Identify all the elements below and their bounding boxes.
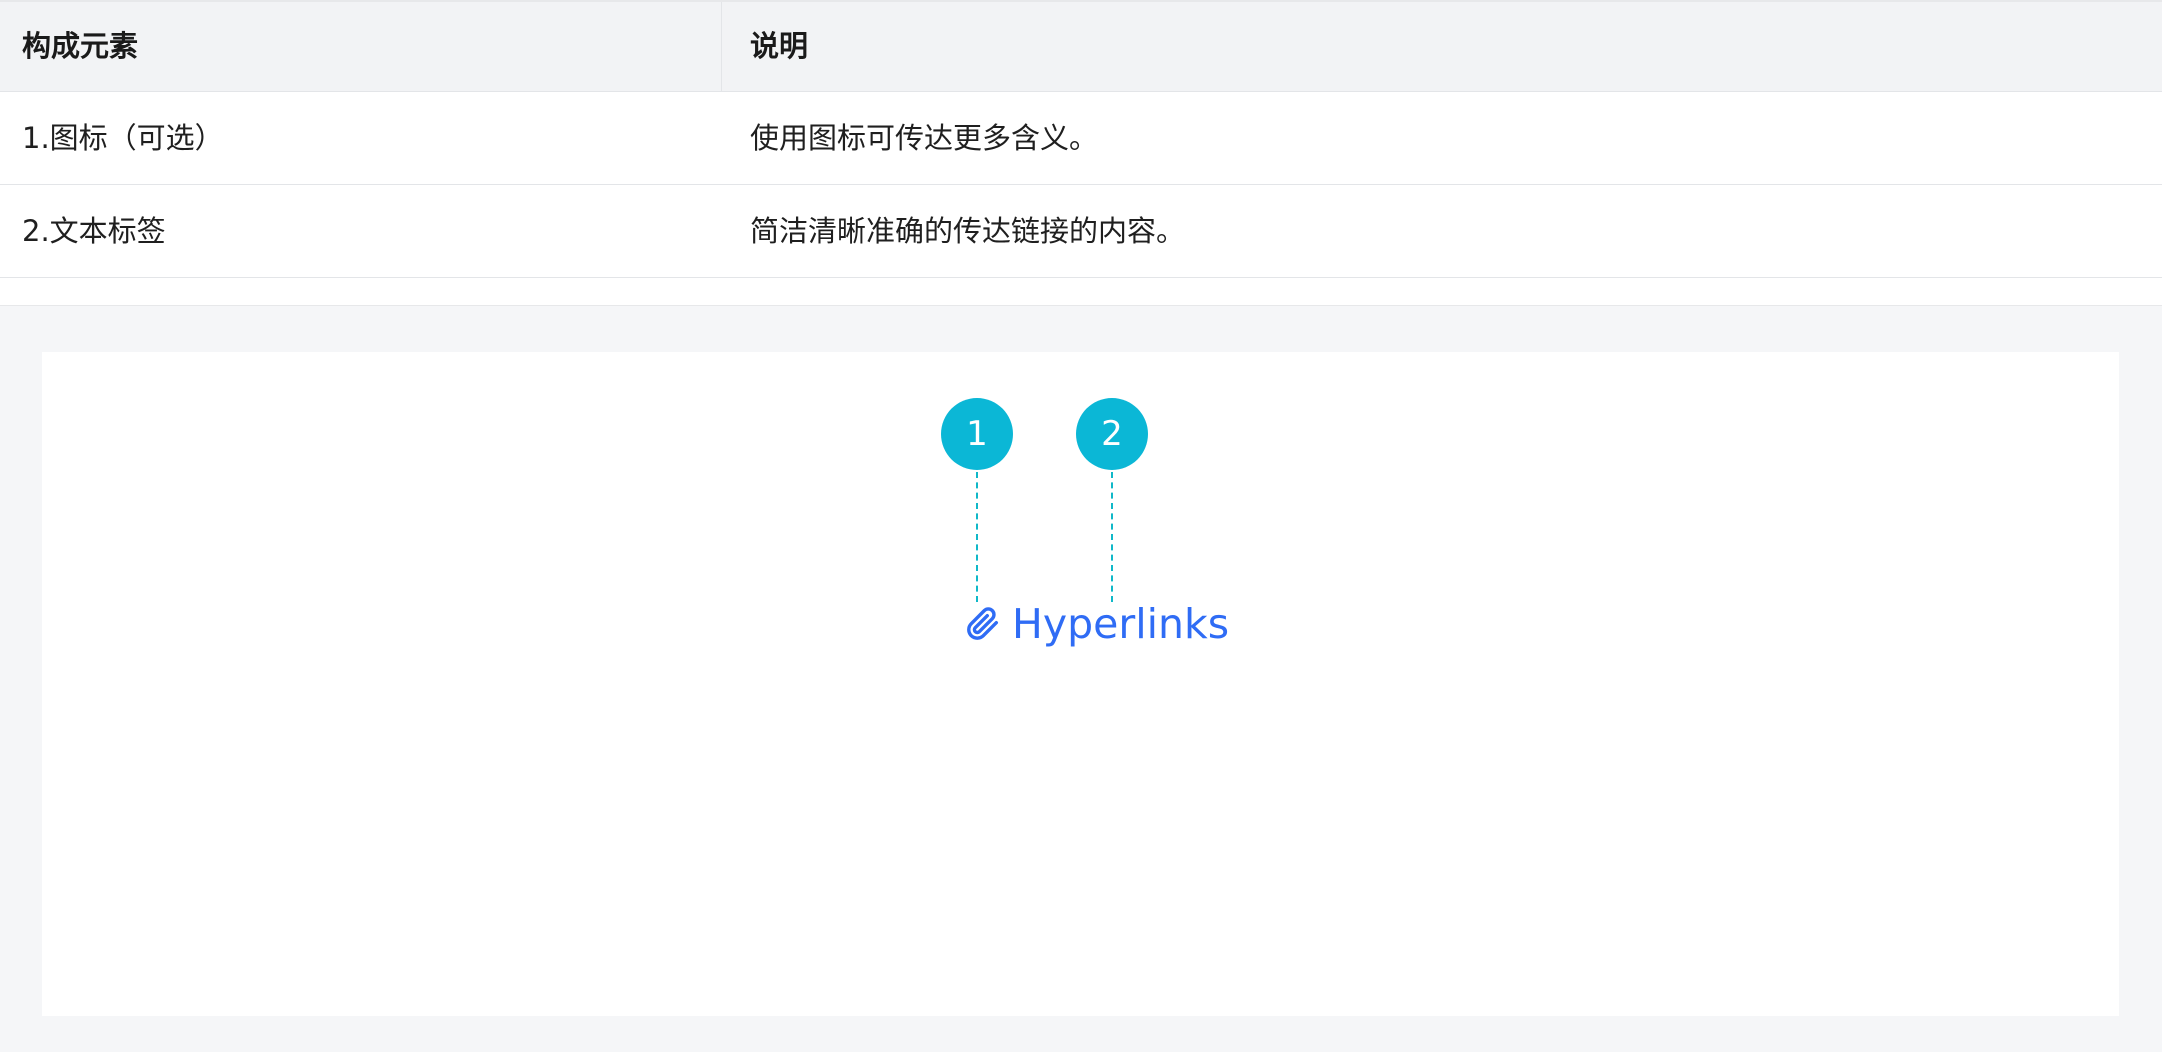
hyperlink-label[interactable]: Hyperlinks — [1012, 600, 1229, 648]
hyperlink[interactable]: Hyperlinks — [966, 600, 1229, 648]
composition-table: 构成元素 说明 1.图标（可选） 使用图标可传达更多含义。 2.文本标签 简洁清… — [0, 0, 2162, 307]
marker-2: 2 — [1076, 398, 1148, 470]
leader-line-2 — [1111, 472, 1113, 602]
table-row: 2.文本标签 简洁清晰准确的传达链接的内容。 — [0, 185, 2162, 278]
row-element: 1.图标（可选） — [22, 120, 224, 155]
demo-area: 1 2 Hyperlinks — [0, 306, 2162, 1052]
row-description: 使用图标可传达更多含义。 — [750, 120, 1099, 155]
leader-line-1 — [976, 472, 978, 602]
demo-card: 1 2 Hyperlinks — [42, 352, 2119, 1016]
marker-1: 1 — [941, 398, 1013, 470]
row-description: 简洁清晰准确的传达链接的内容。 — [750, 213, 1186, 248]
row-element: 2.文本标签 — [22, 213, 166, 248]
table-row: 1.图标（可选） 使用图标可传达更多含义。 — [0, 92, 2162, 185]
table-footer-spacer — [0, 278, 2162, 307]
header-element: 构成元素 — [0, 2, 722, 91]
paperclip-icon — [966, 607, 1000, 641]
table-header-row: 构成元素 说明 — [0, 2, 2162, 92]
header-description: 说明 — [750, 29, 809, 63]
